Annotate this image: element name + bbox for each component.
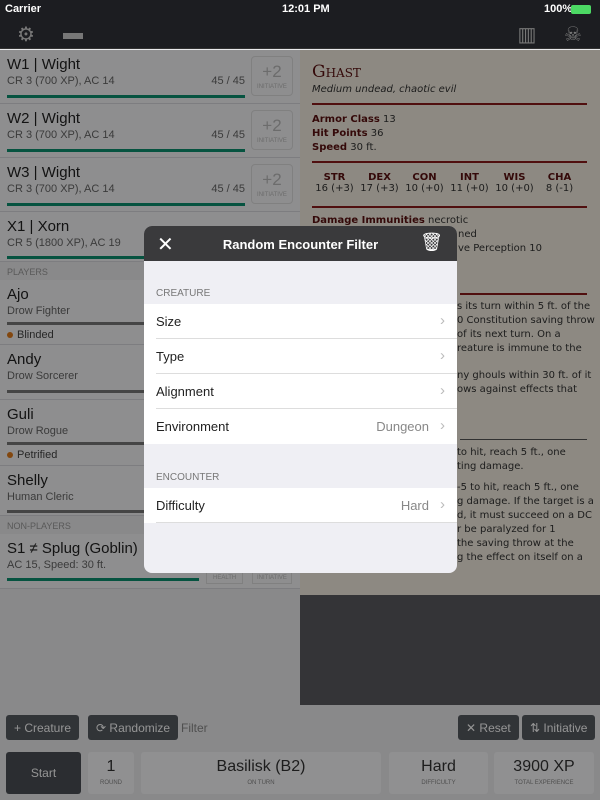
trash-icon[interactable]: 🗑	[420, 232, 443, 253]
folder-icon[interactable]: ▬	[60, 22, 86, 46]
chevron-right-icon: ›	[440, 347, 445, 364]
encounter-section-label: ENCOUNTER	[156, 472, 220, 483]
filter-row-alignment[interactable]: Alignment ›	[144, 374, 457, 409]
top-toolbar: ⚙ ▬ ▥ ☠	[0, 20, 600, 49]
close-icon[interactable]: ✕	[157, 232, 174, 257]
status-bar: Carrier 12:01 PM 100%	[0, 0, 600, 20]
battery-percent: 100%	[544, 3, 573, 15]
chevron-right-icon: ›	[440, 496, 445, 513]
carrier: Carrier	[5, 3, 42, 15]
chevron-right-icon: ›	[440, 312, 445, 329]
filter-row-size[interactable]: Size ›	[144, 304, 457, 339]
dialog-header: ✕ Random Encounter Filter 🗑	[144, 226, 457, 261]
chevron-right-icon: ›	[440, 417, 445, 434]
dialog-title: Random Encounter Filter	[222, 237, 379, 252]
chevron-right-icon: ›	[440, 382, 445, 399]
filter-row-type[interactable]: Type ›	[144, 339, 457, 374]
gear-icon[interactable]: ⚙	[13, 22, 39, 46]
book-icon[interactable]: ▥	[514, 22, 540, 46]
filter-row-environment[interactable]: Environment Dungeon ›	[144, 409, 457, 444]
clock: 12:01 PM	[282, 3, 330, 15]
filter-row-difficulty[interactable]: Difficulty Hard ›	[144, 488, 457, 523]
random-encounter-filter-dialog: ✕ Random Encounter Filter 🗑 CREATURE Siz…	[144, 226, 457, 573]
battery-icon	[571, 5, 591, 14]
creature-section-label: CREATURE	[156, 288, 211, 299]
demon-skull-icon[interactable]: ☠	[560, 22, 586, 46]
